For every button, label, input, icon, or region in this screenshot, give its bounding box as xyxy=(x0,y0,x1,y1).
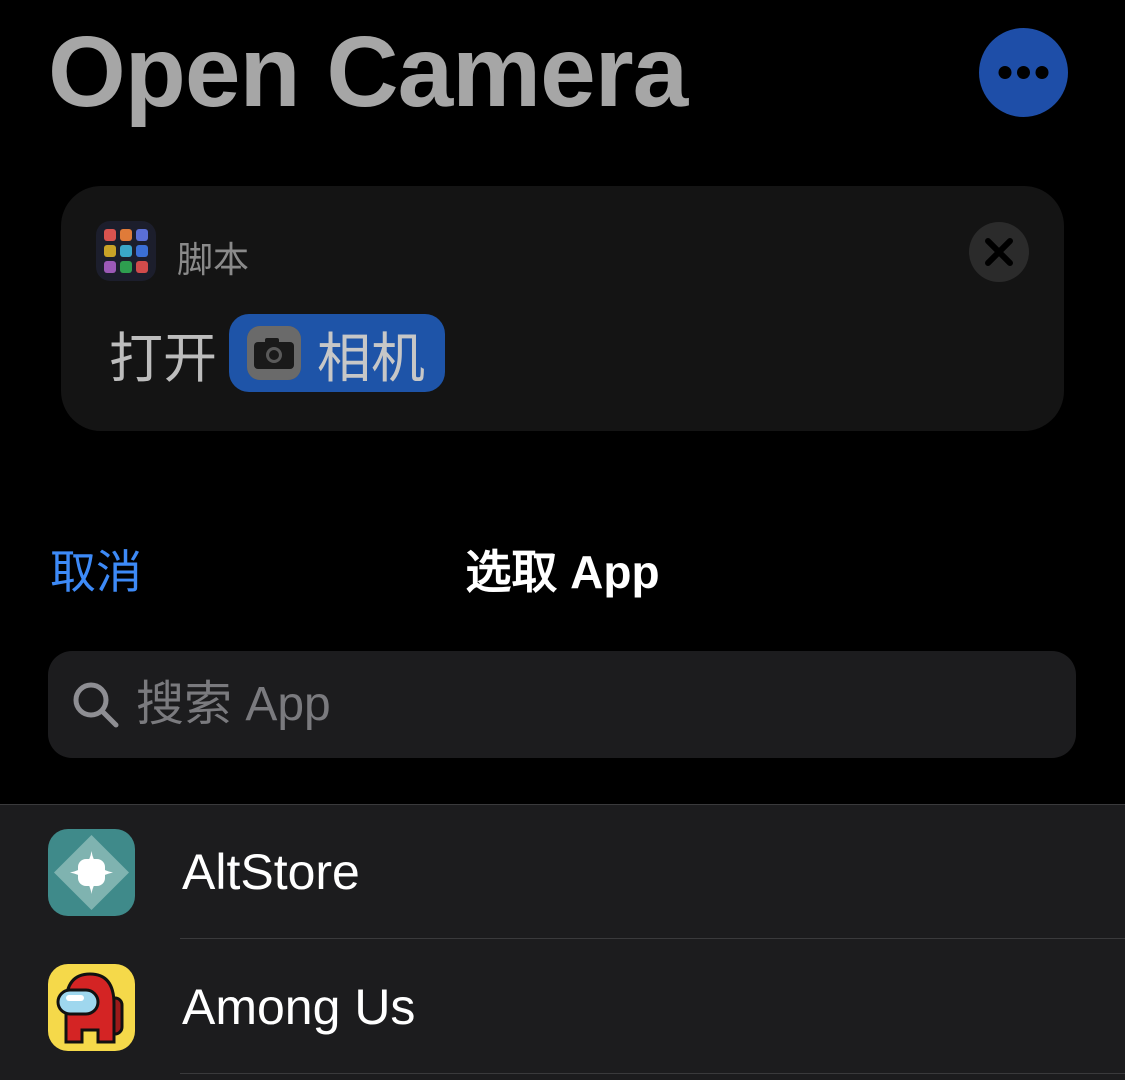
divider xyxy=(180,938,1125,939)
close-icon xyxy=(985,238,1013,266)
list-item-among-us[interactable]: Among Us xyxy=(0,940,1125,1074)
remove-action-button[interactable] xyxy=(969,222,1029,282)
picker-header: 选取 App 取消 xyxy=(0,530,1125,600)
altstore-icon xyxy=(48,829,135,916)
cancel-button[interactable]: 取消 xyxy=(50,536,142,602)
more-button[interactable] xyxy=(979,28,1068,117)
action-row: 打开 相机 xyxy=(109,314,445,392)
ellipsis-icon xyxy=(998,66,1049,79)
search-icon xyxy=(73,682,119,728)
app-list: AltStore Among Us xyxy=(0,804,1125,1080)
action-card: 脚本 打开 相机 xyxy=(61,186,1064,431)
scripts-grid-icon xyxy=(96,221,156,281)
action-verb: 打开 xyxy=(109,328,217,389)
app-parameter-token[interactable]: 相机 xyxy=(229,314,445,392)
search-input[interactable] xyxy=(136,669,1036,739)
page-title: Open Camera xyxy=(48,16,688,128)
app-name: Among Us xyxy=(182,979,416,1035)
camera-icon xyxy=(247,326,301,380)
picker-title: 选取 App xyxy=(465,546,660,598)
among-us-icon xyxy=(48,964,135,1051)
app-name: AltStore xyxy=(182,844,360,900)
divider xyxy=(180,1073,1125,1074)
search-bar[interactable] xyxy=(48,651,1076,758)
category-label: 脚本 xyxy=(177,239,250,280)
app-token-label: 相机 xyxy=(317,328,425,389)
list-item-altstore[interactable]: AltStore xyxy=(0,805,1125,939)
